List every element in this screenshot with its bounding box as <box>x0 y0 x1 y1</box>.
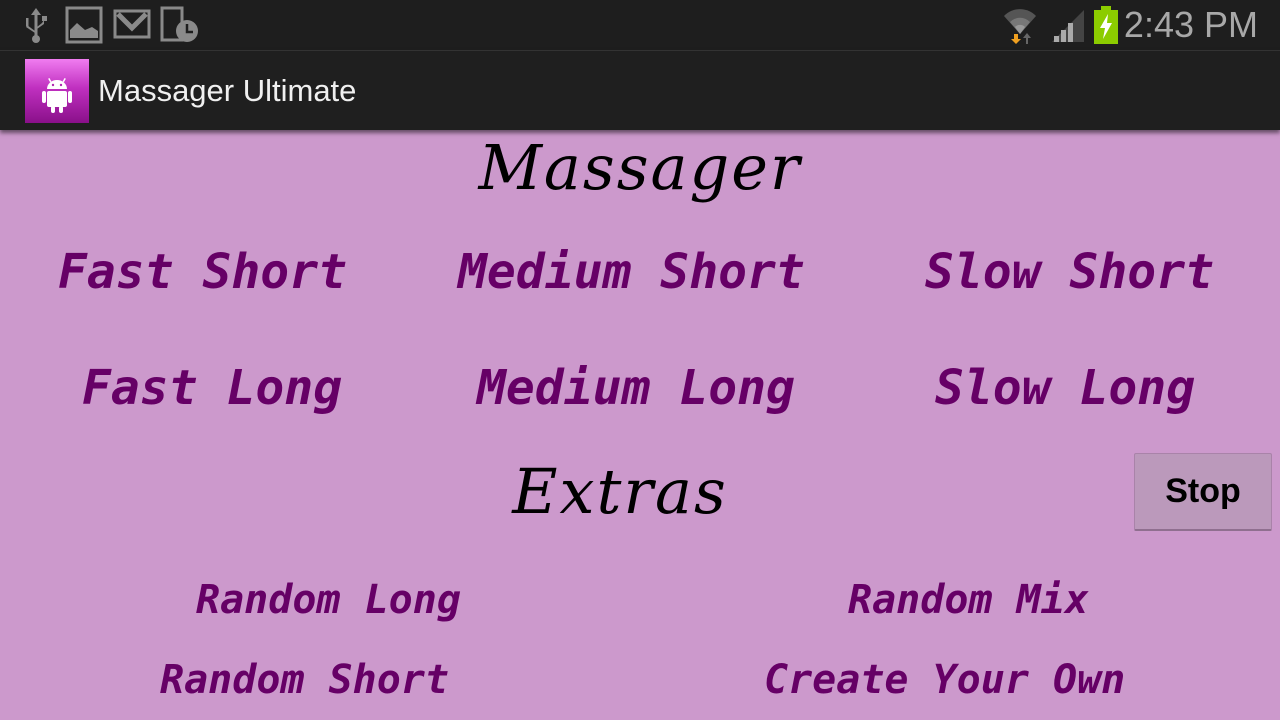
slow-short-button[interactable]: Slow Short <box>925 244 1214 300</box>
usb-icon <box>26 8 47 43</box>
massager-heading: Massager <box>478 131 802 204</box>
battery-charging-icon <box>1094 6 1118 44</box>
medium-short-button[interactable]: Medium Short <box>458 244 805 300</box>
wifi-icon <box>1004 9 1036 44</box>
app-icon[interactable] <box>25 59 89 123</box>
signal-icon <box>1052 10 1084 42</box>
app-title: Massager Ultimate <box>98 73 357 108</box>
fast-short-button[interactable]: Fast Short <box>58 244 347 300</box>
extras-heading: Extras <box>512 455 728 528</box>
status-bar: 2:43 PM <box>0 0 1280 50</box>
action-bar: Massager Ultimate <box>0 50 1280 130</box>
create-your-own-button[interactable]: Create Your Own <box>764 656 1125 704</box>
random-mix-button[interactable]: Random Mix <box>848 576 1089 624</box>
slow-long-button[interactable]: Slow Long <box>935 360 1195 416</box>
random-long-button[interactable]: Random Long <box>196 576 461 624</box>
random-short-button[interactable]: Random Short <box>160 656 449 704</box>
android-icon <box>42 78 72 113</box>
image-icon <box>65 6 103 44</box>
medium-long-button[interactable]: Medium Long <box>477 360 795 416</box>
stop-button[interactable]: Stop <box>1134 453 1272 531</box>
gmail-icon <box>113 9 151 39</box>
device-clock-icon <box>160 6 198 42</box>
fast-long-button[interactable]: Fast Long <box>82 360 342 416</box>
clock: 2:43 PM <box>1123 4 1258 45</box>
